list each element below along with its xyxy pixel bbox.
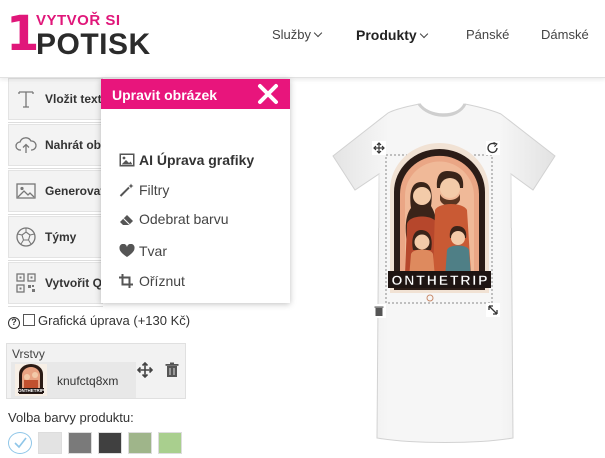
product-canvas: ONTHETRIP (293, 78, 605, 454)
popup-title: Upravit obrázek (112, 87, 218, 103)
layer-name: knufctq8xm (57, 374, 119, 388)
logo-top-text: VYTVOŘ SI (36, 12, 121, 29)
tool-label: Týmy (45, 230, 77, 244)
tool-upload-image[interactable]: Nahrát obr (8, 124, 106, 166)
magic-wand-icon (119, 183, 134, 197)
color-swatch[interactable] (38, 432, 62, 454)
nav-panske[interactable]: Pánské (466, 27, 509, 42)
popup-item-shape[interactable]: Tvar (119, 243, 167, 259)
check-icon (14, 437, 27, 449)
image-icon (119, 153, 135, 167)
nav-produkty[interactable]: Produkty (356, 27, 428, 43)
resize-handle[interactable] (486, 303, 500, 317)
popup-item-label: Tvar (139, 243, 167, 259)
graphic-edit-option[interactable]: ? Grafická úprava (+130 Kč) (8, 313, 190, 329)
rotate-handle[interactable] (486, 141, 500, 155)
divider (8, 214, 103, 215)
tshirt-preview: ONTHETRIP (332, 102, 556, 443)
popup-item-ai-edit[interactable]: AI Úprava grafiky (119, 152, 254, 168)
eraser-icon (120, 215, 133, 225)
layer-thumbnail: ONTHETRIP (15, 364, 47, 396)
design-artwork[interactable]: ONTHETRIP (388, 142, 491, 302)
text-icon (18, 91, 34, 108)
qr-code-icon (16, 273, 36, 293)
tool-create-qr[interactable]: Vytvořit QR (8, 262, 111, 304)
tool-label: Generovat (45, 184, 105, 198)
popup-item-label: AI Úprava grafiky (139, 152, 255, 168)
nav-label: Dámské (541, 27, 589, 42)
crop-icon (119, 274, 133, 288)
move-icon[interactable] (137, 362, 153, 378)
upload-cloud-icon (15, 137, 37, 153)
popup-item-filters[interactable]: Filtry (119, 182, 169, 198)
color-swatch[interactable] (68, 432, 92, 454)
nav-label: Služby (272, 27, 312, 42)
color-swatch[interactable] (98, 432, 122, 454)
divider (8, 122, 103, 123)
thumb-print-text: ONTHETRIP (18, 388, 44, 393)
trash-icon[interactable] (165, 362, 179, 378)
edit-image-popup: Upravit obrázek AI Úprava grafiky Filtry… (101, 79, 290, 303)
popup-item-remove-color[interactable]: Odebrat barvu (119, 211, 229, 227)
tool-label: Vložit text (45, 92, 102, 106)
logo-bottom-text: POTISK (36, 28, 151, 61)
color-swatch[interactable] (158, 432, 182, 454)
site-header: 1 VYTVOŘ SI POTISK Služby Produkty Pánsk… (0, 0, 605, 78)
image-icon (16, 183, 36, 199)
layers-label: Vrstvy (12, 347, 45, 361)
layer-item[interactable]: ONTHETRIP knufctq8xm (11, 362, 136, 398)
color-swatch[interactable] (128, 432, 152, 454)
chevron-down-icon (419, 29, 428, 39)
nav-label: Produkty (356, 27, 417, 43)
nav-sluzby[interactable]: Služby (272, 27, 323, 42)
divider (8, 260, 103, 261)
popup-item-label: Filtry (139, 182, 170, 198)
popup-header: Upravit obrázek (101, 79, 290, 109)
nav-damske[interactable]: Dámské (541, 27, 589, 42)
move-handle[interactable] (372, 141, 386, 155)
logo-digit: 1 (6, 6, 40, 62)
popup-item-crop[interactable]: Oříznut (119, 273, 185, 289)
heart-icon (119, 244, 135, 257)
tool-generate[interactable]: Generovat (8, 170, 105, 212)
trash-icon[interactable] (372, 304, 386, 318)
design-print-text: ONTHETRIP (392, 272, 488, 288)
color-swatch[interactable] (8, 432, 32, 454)
popup-item-label: Oříznut (139, 273, 185, 289)
popup-item-label: Odebrat barvu (139, 211, 229, 227)
chevron-down-icon (313, 28, 323, 38)
divider (8, 168, 103, 169)
close-icon[interactable] (256, 82, 280, 106)
football-icon (16, 227, 36, 247)
tool-teams[interactable]: Týmy (8, 216, 103, 258)
graphic-edit-checkbox[interactable] (23, 314, 35, 326)
nav-label: Pánské (466, 27, 510, 42)
product-color-label: Volba barvy produktu: (8, 410, 134, 425)
tool-label: Nahrát obr (45, 138, 106, 152)
tool-insert-text[interactable]: Vložit text (8, 78, 103, 120)
graphic-edit-label: Grafická úprava (+130 Kč) (38, 313, 191, 328)
site-logo[interactable]: 1 VYTVOŘ SI POTISK (6, 6, 150, 62)
divider (8, 306, 103, 307)
layers-panel: Vrstvy ONTHETRIP knufctq8xm (6, 343, 186, 399)
help-icon[interactable]: ? (8, 317, 20, 329)
